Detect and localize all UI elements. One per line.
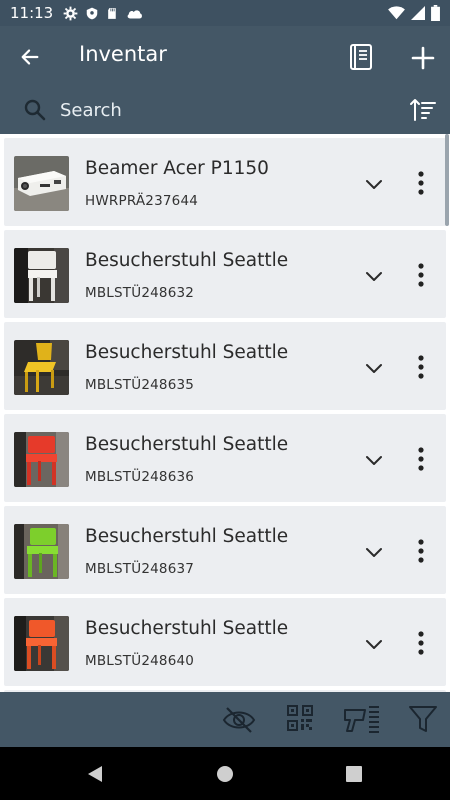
item-thumbnail: [14, 616, 69, 671]
battery-icon: [431, 5, 440, 21]
wifi-icon: [388, 6, 405, 20]
list-item[interactable]: Besucherstuhl Seattle MBLSTÜ248635: [4, 322, 446, 410]
system-nav-bar: [0, 747, 450, 800]
expand-button[interactable]: [362, 632, 386, 656]
expand-button[interactable]: [362, 448, 386, 472]
list-item[interactable]: Besucherstuhl Seattle MBLSTÜ248640: [4, 598, 446, 686]
page-title: Inventar: [79, 42, 167, 66]
scrollbar[interactable]: [445, 134, 449, 226]
qr-code-icon: [287, 705, 313, 731]
more-options-button[interactable]: [411, 352, 431, 382]
more-vert-icon: [418, 171, 424, 195]
more-vert-icon: [418, 263, 424, 287]
signal-icon: [411, 6, 425, 20]
more-vert-icon: [418, 447, 424, 471]
chevron-down-icon: [366, 548, 382, 557]
more-vert-icon: [418, 539, 424, 563]
recents-square-icon: [346, 766, 362, 782]
sort-button[interactable]: [409, 96, 437, 124]
search-icon: [24, 99, 46, 121]
expand-button[interactable]: [362, 172, 386, 196]
nav-back-button[interactable]: [86, 765, 104, 783]
status-bar: 11:13: [0, 0, 450, 26]
filter-button[interactable]: [408, 704, 440, 736]
item-code: MBLSTÜ248632: [85, 285, 195, 301]
toggle-visibility-button[interactable]: [222, 704, 256, 736]
catalog-button[interactable]: [347, 43, 375, 71]
chevron-down-icon: [366, 180, 382, 189]
home-circle-icon: [217, 766, 233, 782]
chevron-down-icon: [366, 272, 382, 281]
more-options-button[interactable]: [411, 260, 431, 290]
status-time: 11:13: [10, 4, 54, 22]
expand-button[interactable]: [362, 356, 386, 380]
more-options-button[interactable]: [411, 628, 431, 658]
expand-button[interactable]: [362, 264, 386, 288]
nav-home-button[interactable]: [216, 765, 234, 783]
status-right-icons: [388, 5, 440, 21]
chevron-down-icon: [366, 364, 382, 373]
list-item[interactable]: Besucherstuhl Seattle MBLSTÜ248632: [4, 230, 446, 318]
back-button[interactable]: [16, 43, 44, 71]
item-name: Besucherstuhl Seattle: [85, 434, 289, 455]
nav-recents-button[interactable]: [345, 765, 363, 783]
item-name: Besucherstuhl Seattle: [85, 342, 289, 363]
item-code: MBLSTÜ248637: [85, 561, 195, 577]
item-thumbnail: [14, 432, 69, 487]
item-code: MBLSTÜ248635: [85, 377, 195, 393]
search-bar: [0, 88, 450, 134]
search-input[interactable]: [60, 96, 380, 124]
more-options-button[interactable]: [411, 444, 431, 474]
list-item[interactable]: Besucherstuhl Seattle MBLSTÜ248637: [4, 506, 446, 594]
list-item[interactable]: Beamer Acer P1150 HWRPRÄ237644: [4, 138, 446, 226]
item-name: Besucherstuhl Seattle: [85, 618, 289, 639]
book-icon: [350, 44, 372, 70]
sd-card-icon: [108, 7, 116, 19]
status-left-icons: [63, 6, 143, 21]
more-vert-icon: [418, 355, 424, 379]
item-name: Beamer Acer P1150: [85, 158, 269, 179]
barcode-scanner-icon: [344, 706, 379, 733]
item-thumbnail: [14, 248, 69, 303]
back-triangle-icon: [88, 766, 102, 782]
item-code: MBLSTÜ248640: [85, 653, 195, 669]
expand-button[interactable]: [362, 540, 386, 564]
bottom-toolbar: [0, 692, 450, 747]
item-name: Besucherstuhl Seattle: [85, 526, 289, 547]
eye-off-icon: [222, 707, 256, 733]
back-arrow-icon: [21, 49, 39, 65]
qr-code-button[interactable]: [286, 704, 318, 736]
chevron-down-icon: [366, 640, 382, 649]
more-options-button[interactable]: [411, 168, 431, 198]
app-bar: Inventar: [0, 26, 450, 88]
item-code: HWRPRÄ237644: [85, 193, 199, 209]
shield-icon: [86, 7, 98, 19]
settings-icon: [63, 6, 78, 20]
item-thumbnail: [14, 156, 69, 211]
barcode-scanner-button[interactable]: [343, 704, 381, 736]
add-button[interactable]: [408, 43, 438, 73]
plus-icon: [411, 46, 435, 70]
item-name: Besucherstuhl Seattle: [85, 250, 289, 271]
item-thumbnail: [14, 524, 69, 579]
item-code: MBLSTÜ248636: [85, 469, 195, 485]
chevron-down-icon: [366, 456, 382, 465]
item-thumbnail: [14, 340, 69, 395]
sort-icon: [410, 99, 436, 121]
filter-icon: [409, 706, 437, 732]
more-options-button[interactable]: [411, 536, 431, 566]
list-item[interactable]: Besucherstuhl Seattle MBLSTÜ248636: [4, 414, 446, 502]
cloud-icon: [127, 9, 143, 18]
inventory-list: Beamer Acer P1150 HWRPRÄ237644 Besuchers…: [0, 134, 450, 692]
more-vert-icon: [418, 631, 424, 655]
